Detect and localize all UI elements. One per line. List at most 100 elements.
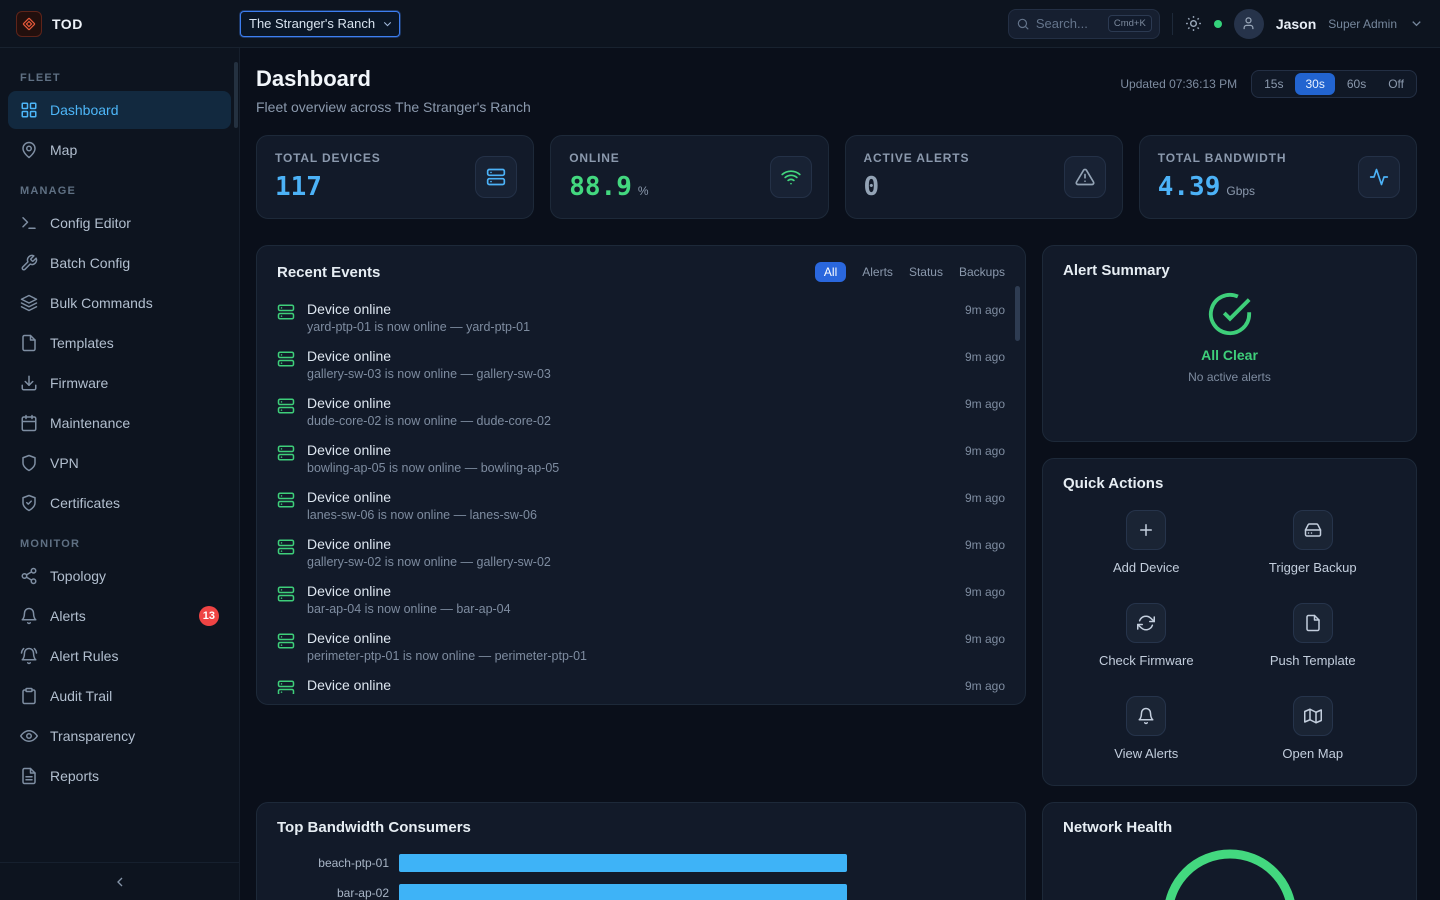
sidebar-item-batch-config[interactable]: Batch Config — [8, 244, 231, 282]
refresh-icon — [1137, 614, 1155, 632]
sidebar-item-topology[interactable]: Topology — [8, 557, 231, 595]
search-input[interactable] — [1036, 16, 1102, 31]
sidebar-scrollbar[interactable] — [234, 62, 238, 128]
server-icon — [277, 585, 295, 603]
sidebar-item-label: Templates — [50, 335, 114, 351]
event-detail: dude-core-02 is now online — dude-core-0… — [307, 414, 551, 428]
dashboard-grid: Recent Events All Alerts Status Backups Dev… — [256, 245, 1417, 900]
sidebar-item-label: Transparency — [50, 728, 135, 744]
sidebar-item-bulk-commands[interactable]: Bulk Commands — [8, 284, 231, 322]
sidebar-item-label: Batch Config — [50, 255, 130, 271]
event-list-item[interactable]: Device onlineyard-ptp-01 is now online —… — [257, 294, 1025, 341]
server-icon — [277, 444, 295, 462]
sidebar-item-vpn[interactable]: VPN — [8, 444, 231, 482]
app-name: TOD — [52, 16, 83, 32]
events-filter-tabs: All Alerts Status Backups — [815, 262, 1005, 282]
event-list-item[interactable]: Device onlinelanes-sw-06 is now online —… — [257, 482, 1025, 529]
brand: TOD — [16, 11, 240, 37]
quick-action-open-map[interactable]: Open Map — [1282, 696, 1343, 761]
sidebar-item-config-editor[interactable]: Config Editor — [8, 204, 231, 242]
bandwidth-title: Top Bandwidth Consumers — [277, 819, 1005, 836]
hard-drive-icon — [1304, 521, 1322, 539]
shield-check-icon — [20, 494, 38, 512]
page-subtitle: Fleet overview across The Stranger's Ran… — [256, 99, 531, 115]
header-divider — [1172, 13, 1173, 35]
recent-events-title: Recent Events — [277, 264, 380, 281]
quick-action-tile — [1293, 603, 1333, 643]
sidebar-item-transparency[interactable]: Transparency — [8, 717, 231, 755]
sidebar-item-map[interactable]: Map — [8, 131, 231, 169]
avatar[interactable] — [1234, 9, 1264, 39]
activity-icon — [1369, 167, 1389, 187]
stat-card-online: ONLINE88.9% — [550, 135, 828, 219]
stat-icon-tile — [770, 156, 812, 198]
quick-action-label: Check Firmware — [1099, 653, 1194, 668]
theme-toggle-button[interactable] — [1185, 15, 1202, 32]
sidebar-section-label: MONITOR — [20, 538, 219, 550]
event-list-item[interactable]: Device onlineperimeter-ptp-01 is now onl… — [257, 623, 1025, 670]
bandwidth-bar — [399, 854, 847, 872]
sidebar-item-certificates[interactable]: Certificates — [8, 484, 231, 522]
sidebar-item-dashboard[interactable]: Dashboard — [8, 91, 231, 129]
server-icon — [277, 397, 295, 415]
stat-value: 88.9 — [569, 172, 632, 202]
event-list-item[interactable]: Device onlinegallery-sw-03 is now online… — [257, 341, 1025, 388]
stat-icon-tile — [475, 156, 517, 198]
file-icon — [20, 334, 38, 352]
sidebar-item-firmware[interactable]: Firmware — [8, 364, 231, 402]
event-title: Device online — [307, 348, 551, 364]
collapse-chevron-left-icon[interactable] — [112, 874, 128, 890]
tab-status[interactable]: Status — [909, 265, 943, 279]
refresh-option-30s[interactable]: 30s — [1295, 73, 1334, 95]
sidebar-item-templates[interactable]: Templates — [8, 324, 231, 362]
quick-action-add-device[interactable]: Add Device — [1113, 510, 1179, 575]
refresh-option-15s[interactable]: 15s — [1254, 73, 1293, 95]
network-icon — [20, 567, 38, 585]
stat-icon-tile — [1064, 156, 1106, 198]
tab-all[interactable]: All — [815, 262, 846, 282]
sidebar-item-maintenance[interactable]: Maintenance — [8, 404, 231, 442]
quick-action-push-template[interactable]: Push Template — [1270, 603, 1356, 668]
tab-alerts[interactable]: Alerts — [862, 265, 893, 279]
refresh-option-off[interactable]: Off — [1378, 73, 1414, 95]
event-list-item[interactable]: Device onlinebowling-ap-05 is now online… — [257, 435, 1025, 482]
event-list-item[interactable]: Device onlinedude-core-02 is now online … — [257, 388, 1025, 435]
event-detail: lanes-sw-06 is now online — lanes-sw-06 — [307, 508, 537, 522]
sidebar-footer — [0, 862, 239, 900]
quick-action-label: Add Device — [1113, 560, 1179, 575]
sidebar-item-alerts[interactable]: Alerts13 — [8, 597, 231, 635]
event-list-item[interactable]: Device onlinegallery-sw-02 is now online… — [257, 529, 1025, 576]
download-icon — [20, 374, 38, 392]
sidebar-item-label: Topology — [50, 568, 106, 584]
wrench-icon — [20, 254, 38, 272]
grid-icon — [20, 101, 38, 119]
refresh-option-60s[interactable]: 60s — [1337, 73, 1376, 95]
quick-action-trigger-backup[interactable]: Trigger Backup — [1269, 510, 1357, 575]
sidebar-item-alert-rules[interactable]: Alert Rules — [8, 637, 231, 675]
event-title: Device online — [307, 536, 551, 552]
page-title: Dashboard — [256, 66, 531, 92]
tab-backups[interactable]: Backups — [959, 265, 1005, 279]
bell-icon — [20, 607, 38, 625]
site-selector-wrap: The Stranger's Ranch — [240, 11, 400, 37]
stat-card-total-bandwidth: TOTAL BANDWIDTH4.39Gbps — [1139, 135, 1417, 219]
quick-action-check-firmware[interactable]: Check Firmware — [1099, 603, 1194, 668]
site-selector[interactable]: The Stranger's Ranch — [240, 11, 400, 37]
events-scrollbar[interactable] — [1015, 286, 1020, 341]
event-title: Device online — [307, 442, 559, 458]
quick-action-tile — [1126, 603, 1166, 643]
search-icon — [1016, 17, 1030, 31]
quick-action-view-alerts[interactable]: View Alerts — [1114, 696, 1178, 761]
sidebar-item-reports[interactable]: Reports — [8, 757, 231, 795]
sidebar-item-audit-trail[interactable]: Audit Trail — [8, 677, 231, 715]
user-menu-chevron-icon[interactable] — [1409, 16, 1424, 31]
page-header: Dashboard Fleet overview across The Stra… — [256, 66, 1417, 115]
event-detail: bar-ap-04 is now online — bar-ap-04 — [307, 602, 511, 616]
quick-action-tile — [1293, 510, 1333, 550]
bandwidth-bar-track — [399, 884, 1005, 900]
event-list-item[interactable]: Device onlinebar-ap-04 is now online — b… — [257, 576, 1025, 623]
sidebar-item-label: Dashboard — [50, 102, 119, 118]
alerts-count-badge: 13 — [199, 606, 219, 626]
event-list-item[interactable]: Device online9m ago — [257, 670, 1025, 694]
search-box[interactable]: Cmd+K — [1008, 9, 1160, 39]
